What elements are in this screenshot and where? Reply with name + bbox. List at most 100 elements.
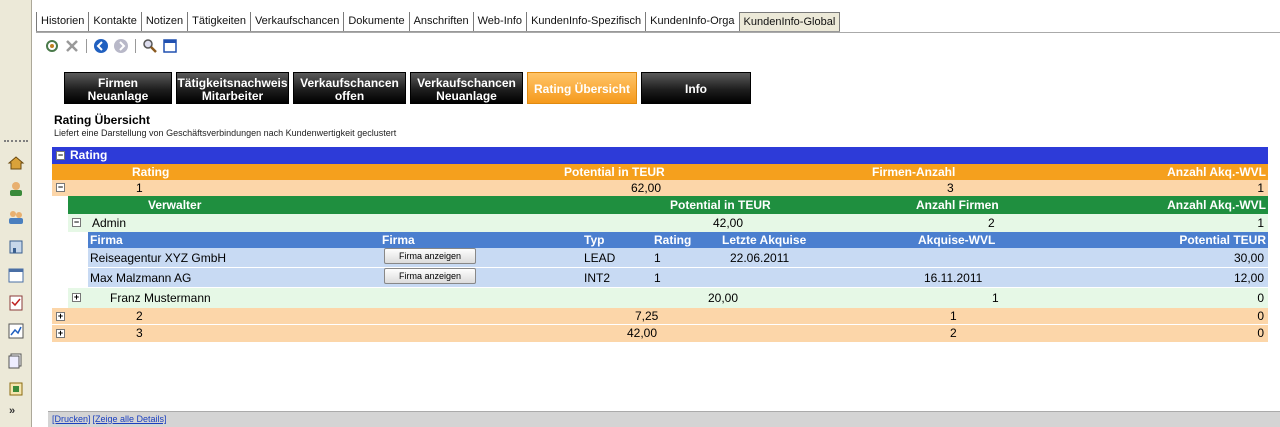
tab-divider [36,32,1280,33]
firma-name: Max Malzmann AG [90,271,192,285]
tab-kontakte[interactable]: Kontakte [88,12,141,31]
org-icon[interactable] [5,378,27,400]
tab-dokumente[interactable]: Dokumente [343,12,409,31]
col-firmen-anzahl[interactable]: Firmen-Anzahl [872,164,955,180]
print-link[interactable]: [Drucken] [52,414,91,424]
left-toolbar: » [0,0,32,427]
collapse-icon[interactable]: − [72,218,81,227]
firma-column-headers: Firma Firma Typ Rating Letzte Akquise Ak… [88,232,1268,248]
collapse-icon[interactable]: − [56,151,65,160]
akquise-wvl-value: 16.11.2011 [924,271,983,285]
firma-anzeigen-button[interactable]: Firma anzeigen [384,268,476,284]
verwalter-column-headers: Verwalter Potential in TEUR Anzahl Firme… [68,196,1268,214]
col-potential[interactable]: Potential in TEUR [564,164,665,180]
col-letzte-akquise[interactable]: Letzte Akquise [722,232,806,248]
firmen-neuanlage-button[interactable]: Firmen Neuanlage [64,72,172,104]
rating-value: 2 [136,309,143,323]
potential-teur-value: 12,00 [1233,271,1264,285]
rating-grid: − Rating Rating Potential in TEUR Firmen… [52,147,1268,342]
firma-row[interactable]: Reiseagentur XYZ GmbH Firma anzeigen LEA… [88,248,1268,268]
anzahl-akq-value: 1 [1257,181,1264,195]
col-verwalter[interactable]: Verwalter [148,196,201,214]
anzahl-firmen-value: 1 [992,291,999,305]
col-typ[interactable]: Typ [584,232,604,248]
rating-value: 3 [136,326,143,340]
rating-row[interactable]: − 1 62,00 3 1 [52,180,1268,196]
button-label: Info [685,82,707,96]
anzahl-akq-value: 0 [1257,326,1264,340]
letzte-akquise-value: 22.06.2011 [730,251,790,265]
show-all-details-link[interactable]: [Zeige alle Details] [93,414,167,424]
expand-icon[interactable]: + [56,329,65,338]
more-chevron-icon[interactable]: » [9,405,15,417]
rating-uebersicht-button[interactable]: Rating Übersicht [527,72,637,104]
back-icon[interactable] [93,38,109,54]
calendar-icon[interactable] [5,264,27,286]
forward-icon[interactable] [113,38,129,54]
col-potential-teur[interactable]: Potential TEUR [1179,232,1266,248]
col-firma-action[interactable]: Firma [382,232,415,248]
firma-row[interactable]: Max Malzmann AG Firma anzeigen INT2 1 16… [88,268,1268,288]
contact-icon[interactable] [5,178,27,200]
footer-bar: [Drucken] [Zeige alle Details] [48,411,1280,427]
expand-icon[interactable]: + [56,312,65,321]
rating-row[interactable]: + 3 42,00 2 0 [52,325,1268,342]
page-description: Liefert eine Darstellung von Geschäftsve… [54,128,397,138]
search-icon[interactable] [142,38,158,54]
button-label-line1: Firmen [97,75,138,90]
tab-strip: Historien Kontakte Notizen Tätigkeiten V… [36,12,841,32]
anzahl-akq-value: 0 [1257,291,1264,305]
rating-value: 1 [654,271,661,285]
company-icon[interactable] [5,236,27,258]
expand-icon[interactable]: + [72,293,81,302]
col-akquise-wvl[interactable]: Akquise-WVL [918,232,995,248]
col-potential[interactable]: Potential in TEUR [670,196,771,214]
taetigkeitsnachweis-button[interactable]: Tätigkeitsnachweis Mitarbeiter [176,72,289,104]
anzahl-firmen-value: 2 [988,216,995,230]
nav-buttons: Firmen Neuanlage Tätigkeitsnachweis Mita… [64,72,751,106]
rating-row[interactable]: + 2 7,25 1 0 [52,308,1268,325]
group-title: Rating [70,148,108,162]
toolbar-separator [86,39,87,53]
tab-notizen[interactable]: Notizen [140,12,188,31]
col-rating[interactable]: Rating [132,164,169,180]
col-anzahl-firmen[interactable]: Anzahl Firmen [916,196,999,214]
col-rating[interactable]: Rating [654,232,691,248]
tab-historien[interactable]: Historien [36,12,89,31]
rating-value: 1 [136,181,143,195]
typ-value: INT2 [584,271,611,285]
col-anzahl-akq[interactable]: Anzahl Akq.-WVL [1167,196,1266,214]
tab-anschriften[interactable]: Anschriften [408,12,473,31]
refresh-icon[interactable] [44,38,60,54]
info-button[interactable]: Info [641,72,751,104]
window-icon[interactable] [162,38,178,54]
tab-kundeninfo-spezifisch[interactable]: KundenInfo-Spezifisch [526,12,646,31]
home-icon[interactable] [5,152,27,174]
tab-kundeninfo-global[interactable]: KundenInfo-Global [738,12,841,31]
users-icon[interactable] [5,206,27,228]
col-firma[interactable]: Firma [90,232,123,248]
verwalter-name: Admin [92,216,127,230]
tab-kundeninfo-orga[interactable]: KundenInfo-Orga [645,12,739,31]
rating-column-headers: Rating Potential in TEUR Firmen-Anzahl A… [52,164,1268,180]
verwalter-row[interactable]: + Franz Mustermann 20,00 1 0 [68,288,1268,308]
firma-anzeigen-button[interactable]: Firma anzeigen [384,248,476,264]
tab-web-info[interactable]: Web-Info [472,12,527,31]
rating-value: 1 [654,251,661,265]
col-anzahl-akq[interactable]: Anzahl Akq.-WVL [1167,164,1266,180]
tab-taetigkeiten[interactable]: Tätigkeiten [187,12,250,31]
group-header[interactable]: − Rating [52,147,1268,164]
tasks-icon[interactable] [5,292,27,314]
collapse-icon[interactable]: − [56,183,65,192]
verkaufschancen-offen-button[interactable]: Verkaufschancen offen [293,72,406,104]
tab-verkaufschancen[interactable]: Verkaufschancen [249,12,344,31]
drag-handle[interactable] [4,140,28,144]
chart-icon[interactable] [5,320,27,342]
firma-name: Reiseagentur XYZ GmbH [90,251,227,265]
verkaufschancen-neuanlage-button[interactable]: Verkaufschancen Neuanlage [410,72,523,104]
verwalter-row[interactable]: − Admin 42,00 2 1 [68,214,1268,232]
toolbar-separator [135,39,136,53]
documents-icon[interactable] [5,350,27,372]
button-label-line2: Mitarbeiter [201,88,264,103]
delete-icon[interactable] [64,38,80,54]
